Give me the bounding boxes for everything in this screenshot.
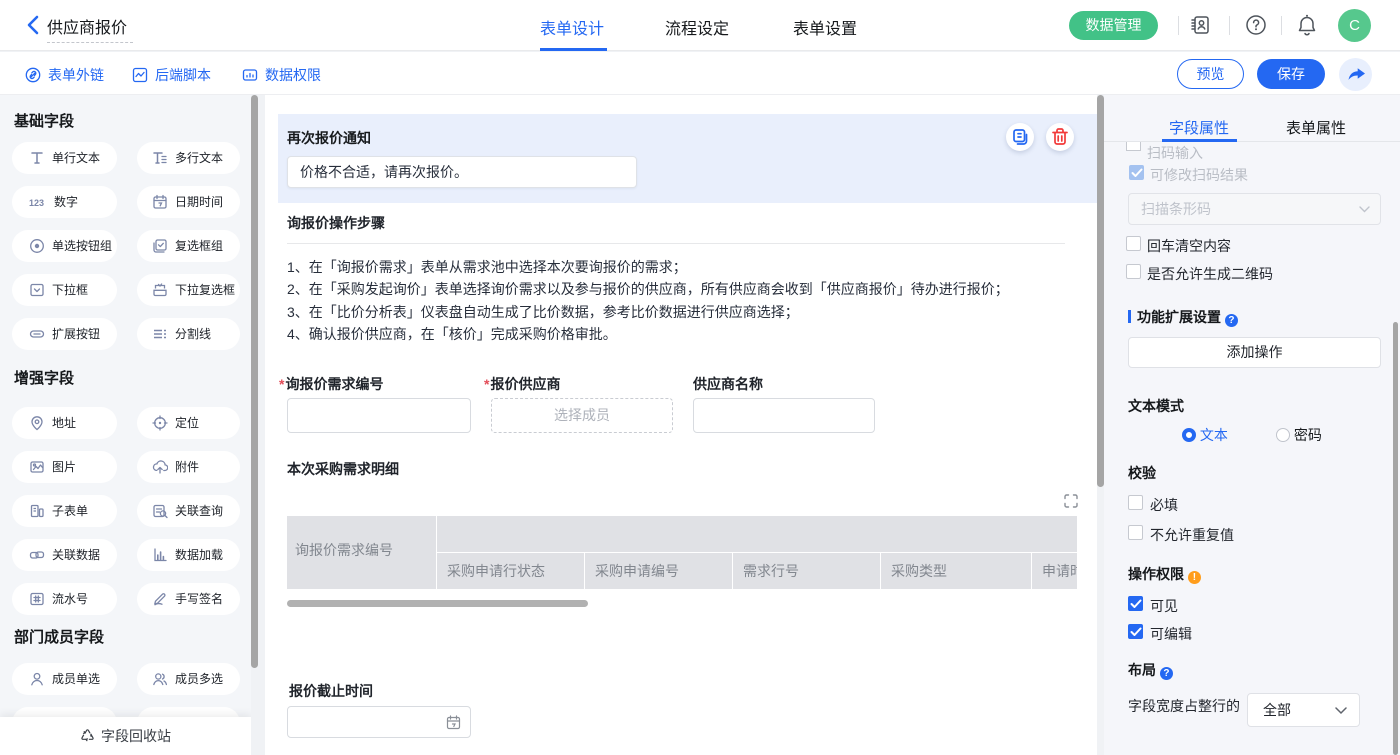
svg-text:123: 123 [29,198,44,208]
